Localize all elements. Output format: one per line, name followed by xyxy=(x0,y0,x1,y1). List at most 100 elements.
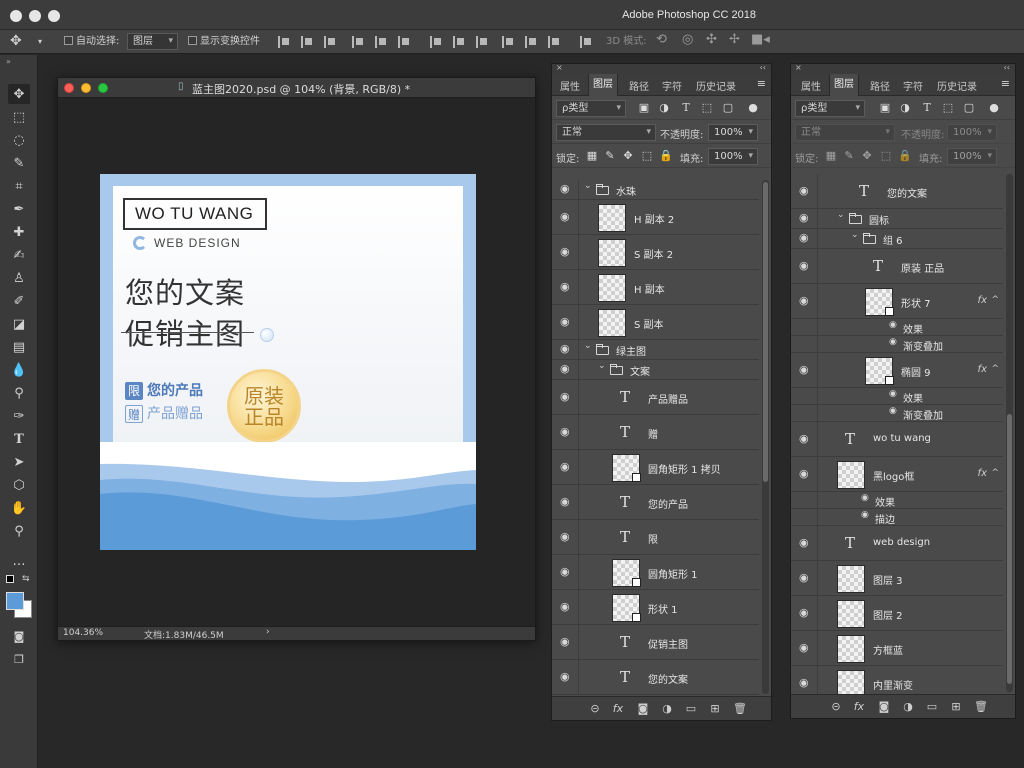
lock-all-icon[interactable]: 🔒 xyxy=(659,150,673,162)
lock-artboard-icon[interactable]: ⬚ xyxy=(880,150,892,162)
eye-icon[interactable]: ◉ xyxy=(560,245,570,258)
lasso-tool-icon[interactable]: ◌ xyxy=(8,130,30,150)
filter-adjust-icon[interactable]: ◑ xyxy=(899,102,911,114)
layer-row[interactable]: ◉ 椭圆 9 fx ^ xyxy=(791,353,1003,388)
tab-character[interactable]: 字符 xyxy=(903,78,923,93)
lock-position-icon[interactable]: ✥ xyxy=(622,150,634,162)
layer-row[interactable]: ◉ 效果 xyxy=(791,319,1003,336)
align-right-icon[interactable] xyxy=(398,36,410,48)
eye-icon[interactable]: ◉ xyxy=(799,641,809,654)
layer-row[interactable]: ◉ 方框蓝 xyxy=(791,631,1003,666)
more-tools-icon[interactable]: … xyxy=(8,551,30,571)
eye-icon[interactable]: ◉ xyxy=(799,606,809,619)
layer-row[interactable]: ◉ T 赠 xyxy=(552,415,759,450)
eye-icon[interactable]: ◉ xyxy=(560,425,570,438)
effect-eye-icon[interactable]: ◉ xyxy=(889,337,897,347)
delete-layer-icon[interactable]: 🗑 xyxy=(974,700,988,713)
filter-toggle-icon[interactable]: ● xyxy=(747,102,759,114)
layer-row[interactable]: ◉ 形状 1 xyxy=(552,590,759,625)
panel-menu-icon[interactable]: ≡ xyxy=(757,77,766,90)
new-group-icon[interactable]: ▭ xyxy=(925,700,939,713)
add-style-icon[interactable]: fx xyxy=(852,700,866,713)
effect-eye-icon[interactable]: ◉ xyxy=(889,389,897,399)
blend-mode-select[interactable]: 正常 xyxy=(556,124,656,141)
delete-layer-icon[interactable]: 🗑 xyxy=(733,702,747,715)
auto-align-icon[interactable] xyxy=(580,36,592,48)
clone-stamp-tool-icon[interactable]: ♙ xyxy=(8,268,30,288)
move-tool-icon[interactable]: ✥ xyxy=(10,33,22,49)
eye-icon[interactable]: ◉ xyxy=(799,259,809,272)
layer-row[interactable]: ◉ ⌄ 组 6 xyxy=(791,229,1003,249)
auto-select-target-select[interactable]: 图层 xyxy=(127,33,178,50)
effect-eye-icon[interactable]: ◉ xyxy=(889,320,897,330)
filter-pixel-icon[interactable]: ▣ xyxy=(638,102,650,114)
hand-tool-icon[interactable]: ✋ xyxy=(8,498,30,518)
3d-camera-icon[interactable]: ■◂ xyxy=(751,32,770,48)
pen-tool-icon[interactable]: ✑ xyxy=(8,406,30,426)
tab-paths[interactable]: 路径 xyxy=(870,78,890,93)
panel-collapse-icon[interactable]: ‹‹ xyxy=(1004,63,1010,72)
new-adjustment-icon[interactable]: ◑ xyxy=(660,702,674,715)
fill-input[interactable]: 100% xyxy=(708,148,758,165)
show-transform-checkbox[interactable]: 显示变换控件 xyxy=(188,34,260,50)
lock-pixels-icon[interactable]: ✎ xyxy=(843,150,855,162)
panel-collapse-icon[interactable]: ‹‹ xyxy=(760,63,766,72)
lock-transparent-icon[interactable]: ▦ xyxy=(586,150,598,162)
layer-row[interactable]: ◉ 黑logo框 fx ^ xyxy=(791,457,1003,492)
eye-icon[interactable]: ◉ xyxy=(799,294,809,307)
close-window-button[interactable] xyxy=(10,10,22,22)
tab-history[interactable]: 历史记录 xyxy=(937,78,977,93)
layer-filter-select[interactable]: ρ类型 xyxy=(556,100,626,117)
distribute-hcenter-icon[interactable] xyxy=(525,36,537,48)
expand-caret-icon[interactable]: ⌄ xyxy=(837,210,845,220)
doc-zoom-button[interactable] xyxy=(98,83,108,93)
expand-caret-icon[interactable]: ⌄ xyxy=(851,230,859,240)
layer-row[interactable]: ◉ ⌄ 圆标 xyxy=(791,209,1003,229)
zoom-window-button[interactable] xyxy=(48,10,60,22)
quick-mask-icon[interactable]: ◙ xyxy=(8,626,30,646)
effect-eye-icon[interactable]: ◉ xyxy=(861,510,869,520)
lock-artboard-icon[interactable]: ⬚ xyxy=(641,150,653,162)
doc-close-button[interactable] xyxy=(64,83,74,93)
type-tool-icon[interactable]: T xyxy=(8,429,30,449)
document-tab[interactable]: ▯ 蓝主图2020.psd @ 104% (背景, RGB/8) * xyxy=(58,78,535,98)
layer-row[interactable]: ◉ T 产品赠品 xyxy=(552,380,759,415)
eye-icon[interactable]: ◉ xyxy=(560,182,570,195)
eye-icon[interactable]: ◉ xyxy=(799,432,809,445)
layer-row[interactable]: ◉ 效果 xyxy=(791,388,1003,405)
align-hcenter-icon[interactable] xyxy=(375,36,387,48)
blend-mode-select[interactable]: 正常 xyxy=(795,124,895,141)
lock-transparent-icon[interactable]: ▦ xyxy=(825,150,837,162)
fx-icon[interactable]: fx xyxy=(978,468,987,479)
eye-icon[interactable]: ◉ xyxy=(560,635,570,648)
expand-caret-icon[interactable]: ⌄ xyxy=(584,181,592,191)
layer-row[interactable]: ◉ S 副本 2 xyxy=(552,235,759,270)
panel-menu-icon[interactable]: ≡ xyxy=(1001,77,1010,90)
link-layers-icon[interactable]: ⊝ xyxy=(829,700,843,713)
new-layer-icon[interactable]: ⊞ xyxy=(949,700,963,713)
layer-row[interactable]: ◉ T 原装 正品 xyxy=(791,249,1003,284)
filter-smart-icon[interactable]: ▢ xyxy=(963,102,975,114)
eye-icon[interactable]: ◉ xyxy=(560,495,570,508)
filter-shape-icon[interactable]: ⬚ xyxy=(701,102,713,114)
marquee-tool-icon[interactable]: ⬚ xyxy=(8,107,30,127)
healing-brush-tool-icon[interactable]: ✚ xyxy=(8,222,30,242)
layer-row[interactable]: ◉ ⌄ 绿主图 xyxy=(552,340,759,360)
eye-icon[interactable]: ◉ xyxy=(799,231,809,244)
eye-icon[interactable]: ◉ xyxy=(560,362,570,375)
path-selection-tool-icon[interactable]: ➤ xyxy=(8,452,30,472)
expand-caret-icon[interactable]: ⌄ xyxy=(598,361,606,371)
eye-icon[interactable]: ◉ xyxy=(560,390,570,403)
eyedropper-tool-icon[interactable]: ✒ xyxy=(8,199,30,219)
fx-icon[interactable]: fx xyxy=(978,364,987,375)
screen-mode-icon[interactable]: ❐ xyxy=(8,649,30,669)
lock-position-icon[interactable]: ✥ xyxy=(861,150,873,162)
align-left-icon[interactable] xyxy=(352,36,364,48)
eye-icon[interactable]: ◉ xyxy=(560,600,570,613)
layer-filter-select[interactable]: ρ类型 xyxy=(795,100,865,117)
filter-smart-icon[interactable]: ▢ xyxy=(722,102,734,114)
layer-row[interactable]: ◉ 图层 3 xyxy=(791,561,1003,596)
effect-eye-icon[interactable]: ◉ xyxy=(889,406,897,416)
layer-row[interactable]: ◉ T 限 xyxy=(552,520,759,555)
tab-history[interactable]: 历史记录 xyxy=(696,78,736,93)
